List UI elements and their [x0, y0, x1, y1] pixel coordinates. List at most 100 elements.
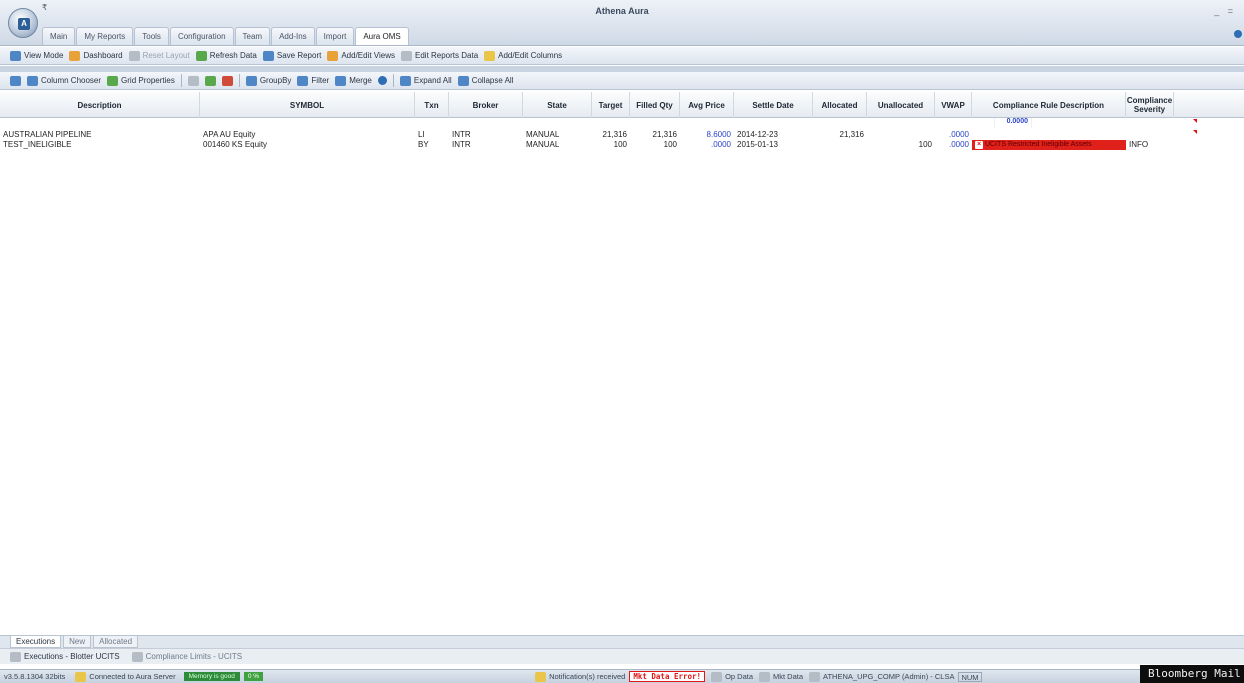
- tab-allocated[interactable]: Allocated: [93, 636, 139, 648]
- add-edit-views-button[interactable]: Add/Edit Views: [327, 50, 395, 61]
- page-tab-executions-blotter[interactable]: Executions - Blotter UCITS: [10, 651, 120, 662]
- grid-page-icon: [10, 651, 21, 662]
- column-header-state[interactable]: State: [523, 92, 592, 118]
- cell-target: 21,316: [602, 130, 627, 139]
- cell-settle-date: 2015-01-13: [737, 140, 778, 149]
- edit-reports-data-button[interactable]: Edit Reports Data: [401, 50, 479, 61]
- excel-icon: [204, 75, 216, 86]
- sheet-tabs: Executions New Allocated: [0, 635, 1244, 648]
- collapse-icon: [457, 75, 469, 86]
- app-logo-icon: A: [18, 18, 30, 30]
- compliance-rule-text: UCITS Restricted Ineligible Assets: [985, 141, 1092, 148]
- table-row[interactable]: AUSTRALIAN PIPELINE APA AU Equity LI INT…: [0, 130, 1244, 140]
- dashboard-button[interactable]: Dashboard: [69, 50, 123, 61]
- column-header-description[interactable]: Description: [0, 92, 200, 118]
- tab-new[interactable]: New: [63, 636, 92, 648]
- column-header-symbol[interactable]: SYMBOL: [200, 92, 415, 118]
- chart-button[interactable]: [10, 75, 21, 86]
- cpu-status: 0 %: [243, 672, 264, 681]
- cell-txn: BY: [418, 140, 429, 149]
- grid-toolbar: Column Chooser Grid Properties GroupBy F…: [0, 72, 1244, 90]
- toolbar-divider: [238, 74, 240, 87]
- column-header-filled-qty[interactable]: Filled Qty: [630, 92, 680, 118]
- column-header-compliance-rule[interactable]: Compliance Rule Description: [972, 92, 1126, 118]
- cell-compliance-rule: × UCITS Restricted Ineligible Assets: [972, 140, 1126, 150]
- cell-unallocated: [867, 130, 935, 140]
- merge-icon: [335, 75, 347, 86]
- tab-my-reports[interactable]: My Reports: [76, 27, 134, 45]
- cpu-indicator: 0 %: [243, 672, 264, 681]
- columns-icon: [484, 50, 496, 61]
- print-button[interactable]: [187, 75, 199, 86]
- expand-all-label: Expand All: [413, 76, 452, 85]
- column-header-compliance-severity[interactable]: Compliance Severity: [1126, 92, 1174, 118]
- cell-broker: INTR: [452, 140, 471, 149]
- memory-status: Memory is good: [183, 672, 240, 681]
- info-button[interactable]: [377, 76, 387, 85]
- summary-flag-icon: [1193, 119, 1197, 123]
- toolbar-divider: [180, 74, 182, 87]
- notifications-text: Notification(s) received: [549, 672, 626, 681]
- tab-add-ins[interactable]: Add-Ins: [271, 27, 315, 45]
- tab-main[interactable]: Main: [42, 27, 76, 45]
- collapse-all-label: Collapse All: [471, 76, 514, 85]
- mkt-data-error-badge[interactable]: Mkt Data Error!: [629, 671, 706, 682]
- cell-compliance-severity: [1126, 130, 1174, 140]
- column-header-settle-date[interactable]: Settle Date: [734, 92, 813, 118]
- column-header-unallocated[interactable]: Unallocated: [867, 92, 935, 118]
- column-header-avg-price[interactable]: Avg Price: [680, 92, 734, 118]
- cell-state: MANUAL: [526, 140, 560, 149]
- grid-properties-button[interactable]: Grid Properties: [107, 75, 175, 86]
- mkt-data-text: Mkt Data: [773, 672, 804, 681]
- table-row[interactable]: TEST_INELIGIBLE 001460 KS Equity BY INTR…: [0, 140, 1244, 150]
- collapse-all-button[interactable]: Collapse All: [457, 75, 514, 86]
- grid-summary-row: 0.0000: [0, 118, 1244, 128]
- summary-vwap: 0.0000: [995, 118, 1032, 128]
- page-tabs: Executions - Blotter UCITS Compliance Li…: [0, 648, 1244, 664]
- tab-team[interactable]: Team: [234, 27, 271, 45]
- dashboard-label: Dashboard: [83, 51, 123, 60]
- column-chooser-button[interactable]: Column Chooser: [27, 75, 101, 86]
- page-tab-compliance-limits[interactable]: Compliance Limits - UCITS: [131, 651, 242, 662]
- op-data-icon: [711, 671, 723, 682]
- cell-filled-qty: 21,316: [652, 130, 677, 139]
- cell-settle-date: 2014-12-23: [737, 130, 778, 139]
- grid-page-icon: [131, 651, 143, 662]
- edit-reports-data-label: Edit Reports Data: [415, 51, 479, 60]
- reset-layout-icon: [128, 50, 140, 61]
- tab-executions[interactable]: Executions: [10, 636, 62, 648]
- refresh-data-button[interactable]: Refresh Data: [195, 50, 257, 61]
- save-report-button[interactable]: Save Report: [262, 50, 321, 61]
- tab-import[interactable]: Import: [315, 27, 355, 45]
- tab-configuration[interactable]: Configuration: [169, 27, 234, 45]
- window-controls[interactable]: _ =: [1214, 6, 1236, 16]
- tab-tools[interactable]: Tools: [134, 27, 169, 45]
- merge-button[interactable]: Merge: [335, 75, 372, 86]
- view-mode-button[interactable]: View Mode: [10, 50, 63, 61]
- filter-label: Filter: [311, 76, 330, 85]
- notifications-status[interactable]: Notification(s) received: [535, 671, 626, 682]
- add-edit-columns-button[interactable]: Add/Edit Columns: [484, 50, 562, 61]
- tab-aura-oms[interactable]: Aura OMS: [355, 27, 409, 45]
- grid-properties-label: Grid Properties: [121, 76, 175, 85]
- groupby-button[interactable]: GroupBy: [245, 75, 291, 86]
- status-bar: v3.5.8.1304 32bits Connected to Aura Ser…: [0, 669, 1244, 683]
- column-header-allocated[interactable]: Allocated: [813, 92, 867, 118]
- column-header-broker[interactable]: Broker: [449, 92, 523, 118]
- column-header-vwap[interactable]: VWAP: [935, 92, 972, 118]
- bloomberg-mail-button[interactable]: Bloomberg Mail: [1140, 665, 1244, 683]
- expand-icon: [399, 75, 411, 86]
- user-text: ATHENA_UPG_COMP (Admin) - CLSA: [823, 672, 955, 681]
- column-header-target[interactable]: Target: [592, 92, 630, 118]
- expand-all-button[interactable]: Expand All: [399, 75, 452, 86]
- user-status: ATHENA_UPG_COMP (Admin) - CLSA: [809, 671, 955, 682]
- column-header-txn[interactable]: Txn: [415, 92, 449, 118]
- export-excel-button[interactable]: [204, 75, 216, 86]
- export-pdf-button[interactable]: [221, 75, 233, 86]
- reset-layout-button[interactable]: Reset Layout: [128, 50, 190, 61]
- edit-reports-icon: [401, 50, 412, 61]
- help-icon[interactable]: [1234, 30, 1242, 38]
- mkt-data-status: Mkt Data: [759, 671, 804, 682]
- filter-button[interactable]: Filter: [297, 75, 330, 86]
- title-bar: A ₹ Athena Aura _ = Main My Reports Tool…: [0, 0, 1244, 46]
